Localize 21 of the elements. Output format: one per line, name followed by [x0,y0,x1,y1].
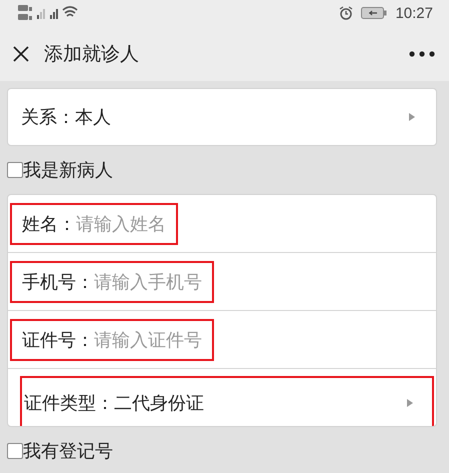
chevron-icon [406,398,414,408]
alarm-icon [339,6,354,20]
field-label: 姓名： [22,212,76,236]
checkbox-label: 我是新病人 [23,159,113,182]
field-label: 手机号： [22,270,94,294]
checkbox-label: 我有登记号 [23,440,113,463]
more-button[interactable] [407,48,437,58]
checkbox[interactable] [7,162,23,178]
relation-selector[interactable]: 关系：本人 [7,88,437,146]
relation-label: 关系：本人 [21,106,111,129]
field-label: 证件号： [22,328,94,352]
select-value[interactable]: 二代身份证 [114,390,406,414]
clock-time: 10:27 [395,4,433,22]
page-title: 添加就诊人 [44,42,140,66]
checkbox[interactable] [7,443,23,459]
input-field[interactable]: 请输入姓名 [76,212,166,236]
battery-icon [361,7,388,19]
field-label: 证件类型： [24,392,114,414]
chevron-icon [408,112,416,122]
input-field[interactable]: 请输入手机号 [94,270,202,294]
input-field[interactable]: 请输入证件号 [94,328,202,352]
